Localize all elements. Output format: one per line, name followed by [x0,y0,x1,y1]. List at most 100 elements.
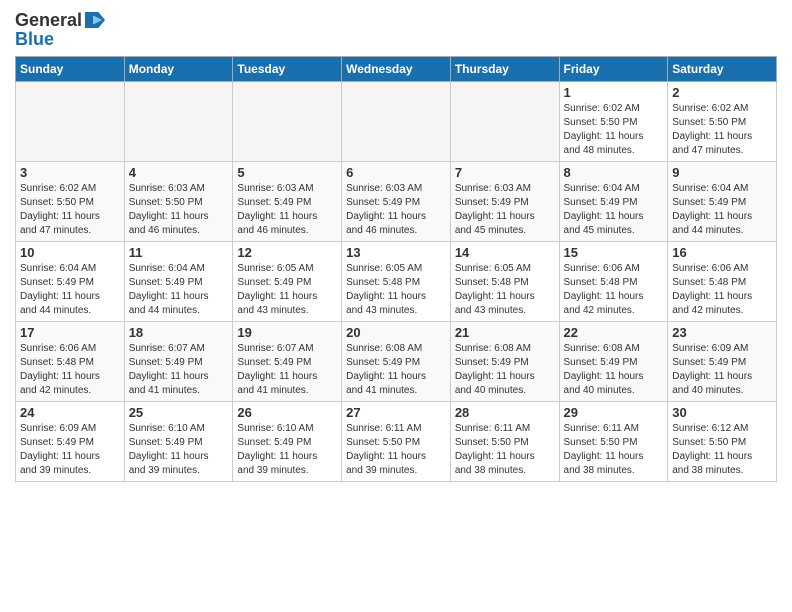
logo-blue-text: Blue [15,30,105,48]
day-detail: Sunrise: 6:03 AM Sunset: 5:49 PM Dayligh… [455,182,555,238]
calendar-week-row: 1Sunrise: 6:02 AM Sunset: 5:50 PM Daylig… [16,82,777,162]
col-header-monday: Monday [124,57,233,82]
day-detail: Sunrise: 6:03 AM Sunset: 5:50 PM Dayligh… [129,182,229,238]
calendar-cell: 13 Sunrise: 6:05 AM Sunset: 5:48 PM Dayli… [342,242,451,322]
day-detail: Sunrise: 6:04 AM Sunset: 5:49 PM Dayligh… [129,262,229,318]
calendar-cell: 9Sunrise: 6:04 AM Sunset: 5:49 PM Daylig… [668,162,777,242]
day-number: 12 [237,245,337,260]
day-detail: Sunrise: 6:05 AM Sunset: 5:48 PM Dayligh… [346,262,446,318]
day-detail: Sunrise: 6:11 AM Sunset: 5:50 PM Dayligh… [455,422,555,478]
day-detail: Sunrise: 6:11 AM Sunset: 5:50 PM Dayligh… [564,422,664,478]
calendar-cell: 15 Sunrise: 6:06 AM Sunset: 5:48 PM Dayli… [559,242,668,322]
day-number: 13 [346,245,446,260]
day-number: 22 [564,325,664,340]
calendar-cell [124,82,233,162]
day-number: 30 [672,405,772,420]
col-header-friday: Friday [559,57,668,82]
day-detail: Sunrise: 6:09 AM Sunset: 5:49 PM Dayligh… [672,342,772,398]
col-header-thursday: Thursday [450,57,559,82]
day-detail: Sunrise: 6:09 AM Sunset: 5:49 PM Dayligh… [20,422,120,478]
day-number: 17 [20,325,120,340]
calendar-cell: 22 Sunrise: 6:08 AM Sunset: 5:49 PM Dayli… [559,322,668,402]
day-detail: Sunrise: 6:02 AM Sunset: 5:50 PM Dayligh… [672,102,772,158]
day-number: 29 [564,405,664,420]
day-number: 19 [237,325,337,340]
day-number: 10 [20,245,120,260]
calendar-cell: 7 Sunrise: 6:03 AM Sunset: 5:49 PM Daylig… [450,162,559,242]
calendar-week-row: 3 Sunrise: 6:02 AM Sunset: 5:50 PM Daylig… [16,162,777,242]
day-detail: Sunrise: 6:06 AM Sunset: 5:48 PM Dayligh… [564,262,664,318]
day-number: 3 [20,165,120,180]
day-number: 28 [455,405,555,420]
calendar-cell [233,82,342,162]
calendar-cell [450,82,559,162]
day-number: 26 [237,405,337,420]
col-header-wednesday: Wednesday [342,57,451,82]
calendar-cell: 18 Sunrise: 6:07 AM Sunset: 5:49 PM Dayli… [124,322,233,402]
day-number: 2 [672,85,772,100]
day-detail: Sunrise: 6:04 AM Sunset: 5:49 PM Dayligh… [564,182,664,238]
day-detail: Sunrise: 6:04 AM Sunset: 5:49 PM Dayligh… [672,182,772,238]
day-detail: Sunrise: 6:04 AM Sunset: 5:49 PM Dayligh… [20,262,120,318]
day-detail: Sunrise: 6:05 AM Sunset: 5:49 PM Dayligh… [237,262,337,318]
day-number: 21 [455,325,555,340]
day-detail: Sunrise: 6:08 AM Sunset: 5:49 PM Dayligh… [564,342,664,398]
day-number: 18 [129,325,229,340]
col-header-saturday: Saturday [668,57,777,82]
day-detail: Sunrise: 6:08 AM Sunset: 5:49 PM Dayligh… [346,342,446,398]
col-header-tuesday: Tuesday [233,57,342,82]
calendar-cell: 2 Sunrise: 6:02 AM Sunset: 5:50 PM Daylig… [668,82,777,162]
day-number: 23 [672,325,772,340]
calendar-cell: 10 Sunrise: 6:04 AM Sunset: 5:49 PM Dayli… [16,242,125,322]
day-number: 8 [564,165,664,180]
day-number: 4 [129,165,229,180]
logo: General Blue [15,10,105,48]
day-detail: Sunrise: 6:08 AM Sunset: 5:49 PM Dayligh… [455,342,555,398]
calendar-week-row: 17 Sunrise: 6:06 AM Sunset: 5:48 PM Dayli… [16,322,777,402]
day-detail: Sunrise: 6:05 AM Sunset: 5:48 PM Dayligh… [455,262,555,318]
day-detail: Sunrise: 6:02 AM Sunset: 5:50 PM Dayligh… [564,102,664,158]
day-detail: Sunrise: 6:02 AM Sunset: 5:50 PM Dayligh… [20,182,120,238]
calendar-cell: 19Sunrise: 6:07 AM Sunset: 5:49 PM Dayli… [233,322,342,402]
calendar-cell: 16Sunrise: 6:06 AM Sunset: 5:48 PM Dayli… [668,242,777,322]
day-number: 6 [346,165,446,180]
day-detail: Sunrise: 6:07 AM Sunset: 5:49 PM Dayligh… [129,342,229,398]
calendar-cell: 17 Sunrise: 6:06 AM Sunset: 5:48 PM Dayli… [16,322,125,402]
calendar-cell: 11 Sunrise: 6:04 AM Sunset: 5:49 PM Dayli… [124,242,233,322]
day-number: 16 [672,245,772,260]
calendar-cell: 27 Sunrise: 6:11 AM Sunset: 5:50 PM Dayli… [342,402,451,482]
day-detail: Sunrise: 6:03 AM Sunset: 5:49 PM Dayligh… [237,182,337,238]
day-number: 11 [129,245,229,260]
day-detail: Sunrise: 6:03 AM Sunset: 5:49 PM Dayligh… [346,182,446,238]
page-container: General Blue SundayMondayTuesdayWednesda… [0,0,792,492]
day-number: 7 [455,165,555,180]
calendar-cell: 26 Sunrise: 6:10 AM Sunset: 5:49 PM Dayli… [233,402,342,482]
day-detail: Sunrise: 6:10 AM Sunset: 5:49 PM Dayligh… [129,422,229,478]
calendar-cell: 14 Sunrise: 6:05 AM Sunset: 5:48 PM Dayli… [450,242,559,322]
calendar-cell: 8 Sunrise: 6:04 AM Sunset: 5:49 PM Daylig… [559,162,668,242]
calendar-cell: 29 Sunrise: 6:11 AM Sunset: 5:50 PM Dayli… [559,402,668,482]
day-number: 27 [346,405,446,420]
logo-general-text: General [15,11,82,29]
calendar-week-row: 24 Sunrise: 6:09 AM Sunset: 5:49 PM Dayli… [16,402,777,482]
day-detail: Sunrise: 6:12 AM Sunset: 5:50 PM Dayligh… [672,422,772,478]
day-number: 15 [564,245,664,260]
day-detail: Sunrise: 6:06 AM Sunset: 5:48 PM Dayligh… [20,342,120,398]
calendar-cell: 21 Sunrise: 6:08 AM Sunset: 5:49 PM Dayli… [450,322,559,402]
calendar-cell: 24 Sunrise: 6:09 AM Sunset: 5:49 PM Dayli… [16,402,125,482]
calendar-cell [342,82,451,162]
calendar-cell [16,82,125,162]
calendar-cell: 20Sunrise: 6:08 AM Sunset: 5:49 PM Dayli… [342,322,451,402]
day-detail: Sunrise: 6:10 AM Sunset: 5:49 PM Dayligh… [237,422,337,478]
calendar-cell: 23 Sunrise: 6:09 AM Sunset: 5:49 PM Dayli… [668,322,777,402]
calendar-cell: 12 Sunrise: 6:05 AM Sunset: 5:49 PM Dayli… [233,242,342,322]
calendar-cell: 25Sunrise: 6:10 AM Sunset: 5:49 PM Dayli… [124,402,233,482]
calendar-cell: 1Sunrise: 6:02 AM Sunset: 5:50 PM Daylig… [559,82,668,162]
logo-arrow-icon [85,10,105,30]
day-detail: Sunrise: 6:11 AM Sunset: 5:50 PM Dayligh… [346,422,446,478]
calendar-cell: 5 Sunrise: 6:03 AM Sunset: 5:49 PM Daylig… [233,162,342,242]
day-number: 5 [237,165,337,180]
day-number: 24 [20,405,120,420]
calendar-table: SundayMondayTuesdayWednesdayThursdayFrid… [15,56,777,482]
day-number: 14 [455,245,555,260]
